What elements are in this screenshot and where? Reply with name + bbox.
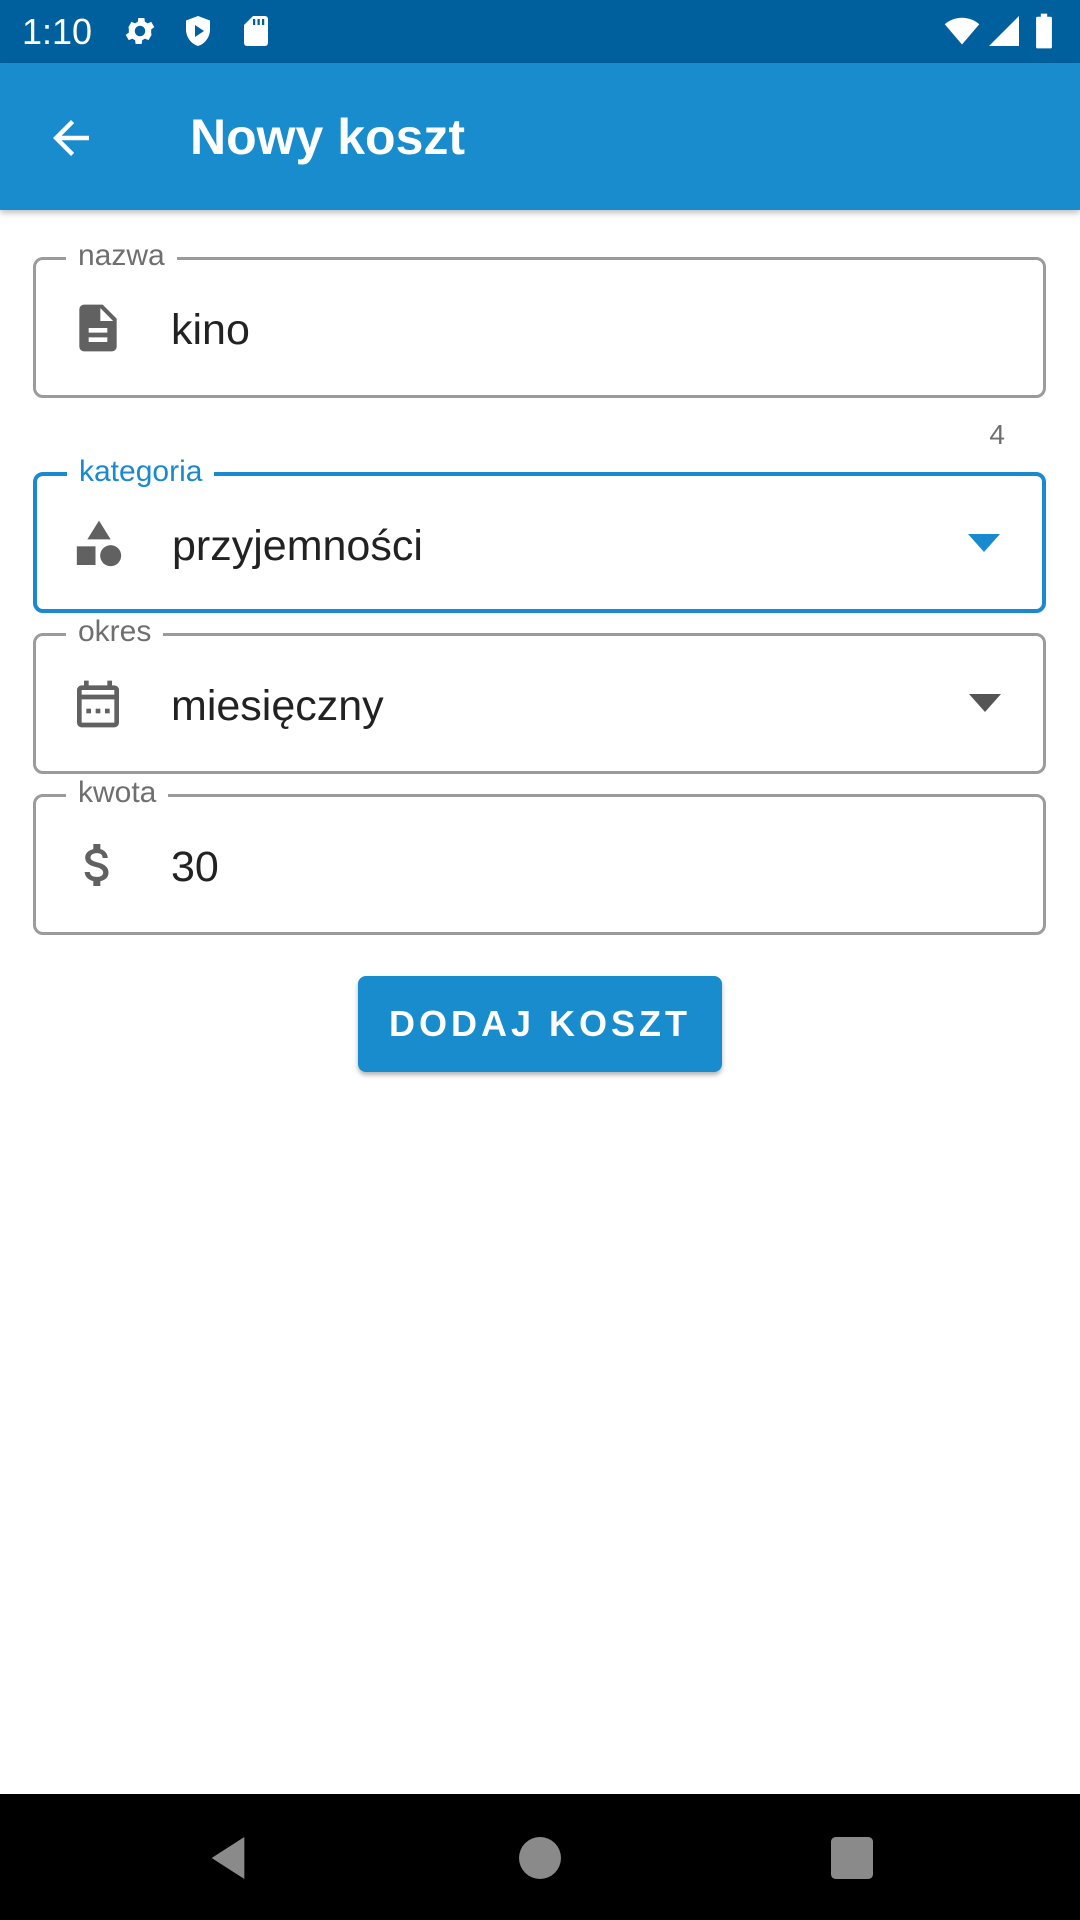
amount-field[interactable]: kwota 30 bbox=[33, 775, 1046, 935]
category-select[interactable]: przyjemności bbox=[172, 521, 423, 571]
calendar-icon bbox=[70, 676, 126, 732]
chevron-down-icon[interactable] bbox=[969, 694, 1001, 712]
add-cost-button[interactable]: DODAJ KOSZT bbox=[358, 976, 722, 1072]
period-select[interactable]: miesięczny bbox=[171, 681, 384, 731]
nav-bar bbox=[0, 1794, 1080, 1920]
category-field-label: kategoria bbox=[67, 454, 215, 490]
sd-card-icon bbox=[238, 12, 274, 50]
name-char-counter: 4 bbox=[989, 419, 1005, 450]
amount-field-label: kwota bbox=[66, 775, 169, 811]
category-field[interactable]: kategoria przyjemności bbox=[33, 454, 1046, 613]
shield-icon bbox=[180, 12, 216, 50]
document-icon bbox=[70, 300, 126, 356]
wifi-icon bbox=[944, 12, 980, 50]
dollar-icon bbox=[70, 837, 126, 893]
recents-square-icon[interactable] bbox=[824, 1830, 880, 1886]
chevron-down-icon[interactable] bbox=[968, 534, 1000, 552]
period-field-label: okres bbox=[66, 614, 164, 650]
page-title: Nowy koszt bbox=[190, 109, 466, 165]
status-bar: 1:10 bbox=[0, 0, 1080, 63]
signal-icon bbox=[986, 12, 1022, 50]
name-field-label: nazwa bbox=[66, 238, 177, 274]
shapes-icon bbox=[71, 516, 127, 572]
arrow-left-icon bbox=[53, 120, 89, 156]
status-time: 1:10 bbox=[22, 11, 93, 52]
name-field[interactable]: nazwa kino bbox=[33, 238, 1046, 398]
home-circle-icon[interactable] bbox=[512, 1830, 568, 1886]
gear-icon bbox=[122, 12, 158, 50]
name-input[interactable]: kino bbox=[171, 305, 250, 355]
back-button[interactable] bbox=[44, 111, 98, 165]
battery-icon bbox=[1032, 12, 1056, 50]
app-bar: Nowy koszt bbox=[0, 63, 1080, 210]
amount-input[interactable]: 30 bbox=[171, 842, 219, 892]
back-triangle-icon[interactable] bbox=[200, 1830, 256, 1886]
period-field[interactable]: okres miesięczny bbox=[33, 614, 1046, 774]
